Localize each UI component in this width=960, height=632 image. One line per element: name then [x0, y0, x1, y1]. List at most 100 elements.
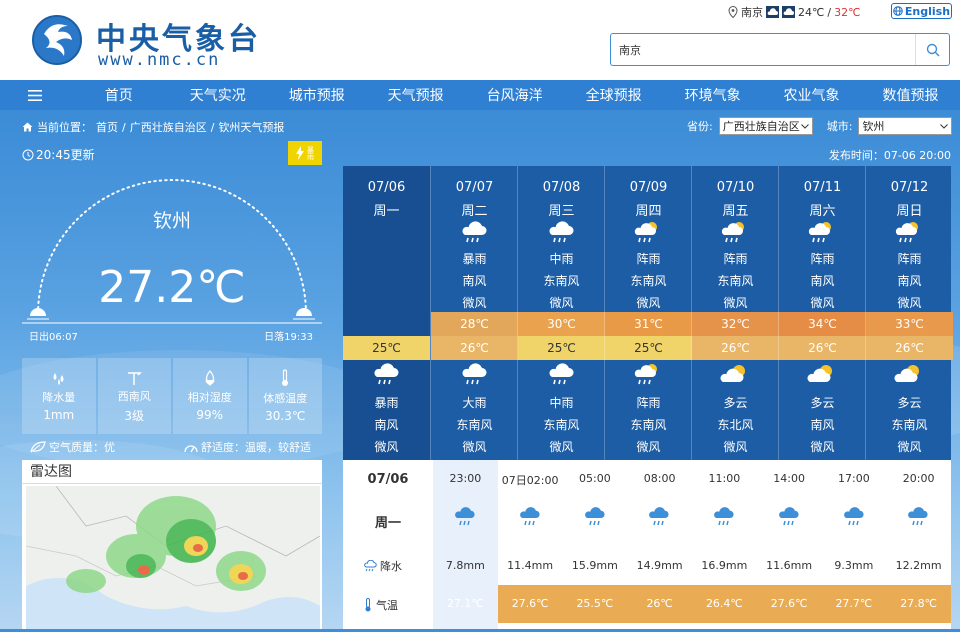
province-value: 广西壮族自治区 — [722, 120, 800, 133]
forecast-weekday: 周五 — [722, 204, 749, 219]
hourly-precip: 12.2mm — [895, 559, 942, 572]
forecast-day-column[interactable]: 07/06 周一 25℃ 暴雨 南风 微风 — [343, 166, 430, 460]
update-time-text: 20:45更新 — [36, 148, 95, 162]
breadcrumb-region[interactable]: 广西壮族自治区 — [130, 119, 207, 135]
forecast-night-weather: 多云 — [897, 396, 922, 410]
stat-label: 西南风 — [117, 389, 151, 403]
forecast-night-wind: 微风 — [810, 440, 835, 454]
rain-cloud-icon — [647, 506, 671, 531]
hourly-temp: 27.7℃ — [835, 597, 873, 610]
breadcrumb-home[interactable]: 首页 — [96, 119, 118, 135]
forecast-day-wind: 微风 — [549, 296, 574, 310]
forecast-day-column[interactable]: 07/11 周六 阵雨 南风 微风 34℃ 26℃ 多云 南风 微风 — [778, 166, 866, 460]
rain-cloud-icon — [712, 506, 736, 531]
search-icon — [926, 43, 939, 56]
forecast-day-column[interactable]: 07/07 周二 暴雨 南风 微风 28℃ 26℃ 大雨 东南风 微风 — [430, 166, 518, 460]
breadcrumb: 当前位置： 首页 / 广西壮族自治区 / 钦州天气预报 — [22, 119, 284, 135]
forecast-high: 33℃ — [866, 312, 953, 336]
nmc-logo-icon[interactable] — [30, 12, 86, 66]
current-city: 钦州 — [152, 210, 191, 232]
hourly-temp: 26℃ — [646, 597, 673, 610]
radar-panel[interactable]: 雷达图 — [22, 460, 322, 629]
location-pin-icon — [728, 6, 738, 18]
forecast-low: 26℃ — [692, 336, 779, 360]
forecast-low: 25℃ — [518, 336, 605, 360]
sun-shower-icon — [720, 220, 750, 244]
rain-cloud-icon — [459, 362, 489, 386]
partly-cloudy-icon — [807, 362, 837, 386]
breadcrumb-separator: / — [210, 120, 215, 134]
forecast-day-wind-dir: 南风 — [810, 274, 835, 288]
raindrops-icon — [53, 373, 64, 385]
forecast-low: 25℃ — [605, 336, 692, 360]
cloud-night-icon — [782, 6, 795, 18]
hourly-precip: 11.6mm — [766, 559, 813, 572]
chevron-down-icon — [940, 123, 949, 129]
radar-map-image[interactable] — [26, 486, 320, 629]
forecast-night-wind-dir: 东南风 — [456, 418, 493, 432]
nav-item-environment[interactable]: 环境气象 — [663, 85, 762, 105]
forecast-day-weather: 阵雨 — [636, 252, 661, 266]
search-button[interactable] — [915, 34, 949, 65]
warning-badge[interactable]: 暴雨 — [288, 141, 322, 165]
forecast-high: 28℃ — [431, 312, 518, 336]
hourly-temp: 27.1℃ — [446, 597, 484, 610]
menu-button[interactable] — [0, 89, 69, 101]
current-weather-panel: 钦州 27.2℃ 日出06:07 日落19:33 — [22, 166, 322, 346]
header-city[interactable]: 南京 — [741, 4, 763, 20]
forecast-day-column[interactable]: 07/10 周五 阵雨 东南风 微风 32℃ 26℃ 多云 东北风 微风 — [691, 166, 779, 460]
stat-precipitation: 降水量 1mm — [22, 358, 96, 434]
partly-cloudy-icon — [894, 362, 924, 386]
forecast-day-column[interactable]: 07/08 周三 中雨 东南风 微风 30℃ 25℃ 中雨 东南风 微风 — [517, 166, 605, 460]
forecast-date: 07/06 — [367, 180, 406, 195]
forecast-day-column[interactable]: 07/09 周四 阵雨 东南风 微风 31℃ 25℃ 阵雨 东南风 微风 — [604, 166, 692, 460]
forecast-night-weather: 多云 — [810, 396, 835, 410]
header-temp-high: 32℃ — [834, 5, 861, 19]
home-icon — [22, 122, 33, 132]
nav-item-numerical[interactable]: 数值预报 — [861, 85, 960, 105]
forecast-day-wind-dir: 东南风 — [717, 274, 754, 288]
hourly-precip: 11.4mm — [507, 559, 554, 572]
update-time: 20:45更新 — [22, 146, 95, 163]
nav-item-agriculture[interactable]: 农业气象 — [762, 85, 861, 105]
forecast-day-wind-dir: 东南风 — [543, 274, 580, 288]
search-box — [610, 33, 950, 66]
air-quality-text: 空气质量：优 — [49, 441, 115, 454]
forecast-weekday: 周日 — [896, 204, 923, 219]
city-select[interactable]: 钦州 — [858, 117, 953, 135]
hourly-column: 17:00 9.3mm 27.7℃ — [822, 460, 887, 629]
forecast-date: 07/09 — [629, 180, 668, 195]
province-label: 省份: — [687, 120, 713, 133]
search-input[interactable] — [611, 34, 915, 65]
forecast-night-weather: 阵雨 — [636, 396, 661, 410]
hourly-column: 07日02:00 11.4mm 27.6℃ — [498, 460, 563, 629]
rain-cloud-icon — [453, 506, 477, 531]
forecast-night-wind: 微风 — [897, 440, 922, 454]
nav-item-global-forecast[interactable]: 全球预报 — [564, 85, 663, 105]
forecast-night-wind: 微风 — [462, 440, 487, 454]
rain-cloud-icon — [906, 506, 930, 531]
forecast-night-weather: 多云 — [723, 396, 748, 410]
forecast-day-column[interactable]: 07/12 周日 阵雨 南风 微风 33℃ 26℃ 多云 东南风 微风 — [865, 166, 953, 460]
nav-item-home[interactable]: 首页 — [69, 85, 168, 105]
header-location: 南京 24℃ / 32℃ — [728, 4, 860, 20]
rain-cloud-icon — [364, 560, 377, 572]
stat-value: 1mm — [43, 408, 75, 422]
forecast-night-wind-dir: 南风 — [810, 418, 835, 432]
forecast-day-weather: 阵雨 — [723, 252, 748, 266]
nav-item-typhoon-ocean[interactable]: 台风海洋 — [465, 85, 564, 105]
province-select[interactable]: 广西壮族自治区 — [718, 117, 813, 135]
nav-item-city-forecast[interactable]: 城市预报 — [267, 85, 366, 105]
header-temp-sep: / — [827, 5, 832, 19]
hourly-temp: 27.6℃ — [770, 597, 808, 610]
nav-item-observation[interactable]: 天气实况 — [168, 85, 267, 105]
hourly-weekday: 周一 — [374, 516, 401, 531]
forecast-day-wind: 微风 — [810, 296, 835, 310]
sun-shower-icon — [633, 220, 663, 244]
nav-item-weather-forecast[interactable]: 天气预报 — [366, 85, 465, 105]
rain-cloud-icon — [546, 362, 576, 386]
stat-wind: 西南风 3级 — [97, 358, 171, 434]
forecast-day-weather: 暴雨 — [462, 252, 487, 266]
forecast-low: 25℃ — [343, 336, 430, 360]
english-button[interactable]: English — [891, 3, 952, 19]
